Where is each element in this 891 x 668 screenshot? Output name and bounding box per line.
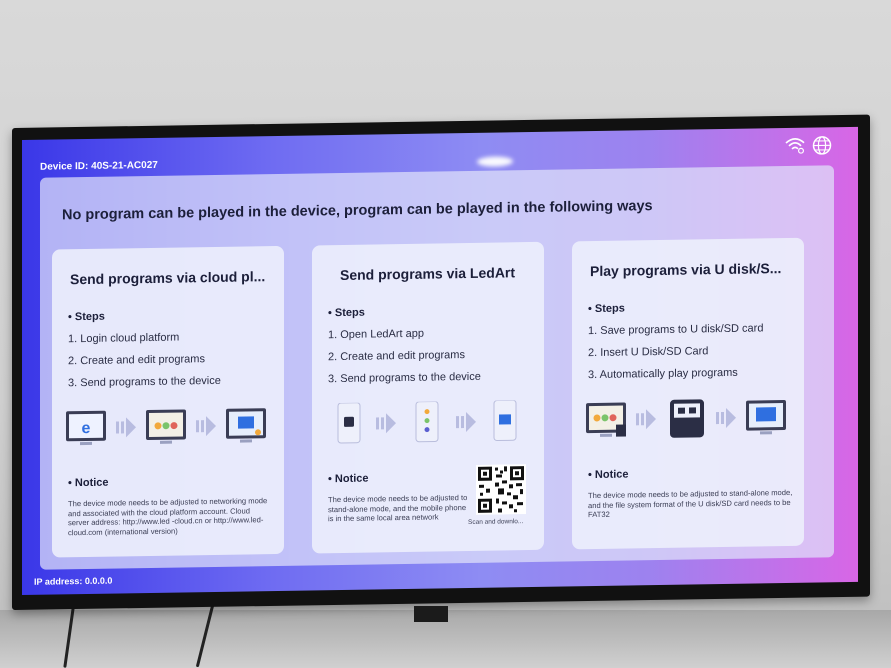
notice-heading: • Notice <box>588 468 629 482</box>
step-item: 3. Automatically play programs <box>588 366 738 382</box>
send-monitor-icon <box>226 408 266 443</box>
steps-heading: • Steps <box>68 310 105 324</box>
arrow-icon <box>116 417 136 438</box>
light-glare <box>477 156 513 167</box>
arrow-icon <box>376 413 396 434</box>
info-panel: No program can be played in the device, … <box>40 165 834 570</box>
step-item: 2. Insert U Disk/SD Card <box>588 345 709 360</box>
steps-heading: • Steps <box>588 302 625 316</box>
phone-edit-icon <box>415 401 439 443</box>
steps-heading: • Steps <box>328 306 365 320</box>
device-play-icon <box>746 400 786 435</box>
svg-text:e: e <box>82 420 91 437</box>
phone-app-icon <box>337 402 361 444</box>
card-udisk: Play programs via U disk/S... • Steps 1.… <box>572 237 804 550</box>
arrow-icon <box>716 407 736 428</box>
page-title: No program can be played in the device, … <box>62 198 653 224</box>
arrow-icon <box>456 412 476 433</box>
status-bar <box>784 135 832 156</box>
cloud-flow-illustration: e <box>66 408 266 446</box>
tv-screen: Device ID: 40S-21-AC027 No program can b… <box>22 126 858 595</box>
qr-code-icon[interactable] <box>476 464 526 515</box>
step-item: 2. Create and edit programs <box>68 353 205 368</box>
step-item: 3. Send programs to the device <box>68 374 221 390</box>
card-cloud-platform: Send programs via cloud pl... • Steps 1.… <box>52 245 284 558</box>
notice-heading: • Notice <box>68 476 109 490</box>
device-id-label: Device ID: 40S-21-AC027 <box>40 159 158 173</box>
ledart-flow-illustration <box>337 400 517 444</box>
step-item: 1. Login cloud platform <box>68 331 180 346</box>
card-title: Send programs via LedArt <box>340 264 516 284</box>
arrow-icon <box>636 409 656 430</box>
card-title: Play programs via U disk/S... <box>590 260 782 280</box>
tv-stand <box>414 606 448 622</box>
editor-monitor-icon <box>146 409 186 444</box>
step-item: 1. Save programs to U disk/SD card <box>588 322 764 338</box>
globe-icon <box>812 136 832 155</box>
monitor-sdcard-icon <box>586 402 626 437</box>
notice-heading: • Notice <box>328 472 369 486</box>
arrow-icon <box>196 416 216 437</box>
phone-send-icon <box>493 400 517 442</box>
step-item: 3. Send programs to the device <box>328 370 481 386</box>
udisk-icon <box>670 399 704 438</box>
udisk-flow-illustration <box>586 399 786 438</box>
card-ledart: Send programs via LedArt • Steps 1. Open… <box>312 241 544 554</box>
step-item: 1. Open LedArt app <box>328 327 425 342</box>
notice-text: The device mode needs to be adjusted to … <box>68 496 268 538</box>
notice-text: The device mode needs to be adjusted to … <box>328 493 468 524</box>
browser-monitor-icon: e <box>66 410 106 446</box>
wifi-icon <box>785 138 805 154</box>
notice-text: The device mode needs to be adjusted to … <box>588 487 793 520</box>
step-item: 2. Create and edit programs <box>328 349 465 364</box>
ip-address-label: IP address: 0.0.0.0 <box>34 575 113 587</box>
qr-caption: Scan and downlo... <box>468 518 524 526</box>
card-title: Send programs via cloud pl... <box>70 268 266 288</box>
